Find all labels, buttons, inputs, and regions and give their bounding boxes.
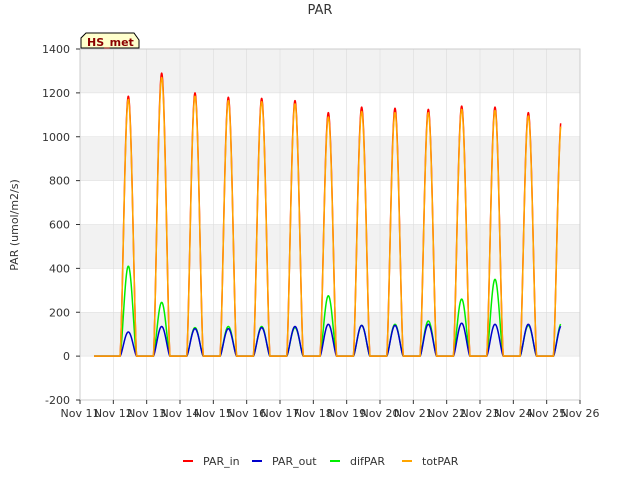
y-tick-label: 0 <box>63 350 70 363</box>
x-axis-ticks: Nov 11Nov 12Nov 13Nov 14Nov 15Nov 16Nov … <box>61 400 600 420</box>
plot-band <box>80 49 580 93</box>
legend-label: PAR_in <box>203 455 240 468</box>
y-tick-label: 200 <box>49 306 70 319</box>
y-axis-label: PAR (umol/m2/s) <box>8 179 21 271</box>
station-badge: HS_met <box>80 32 140 49</box>
y-tick-label: 600 <box>49 219 70 232</box>
plot-band <box>80 180 580 225</box>
x-tick-label: Nov 26 <box>561 407 600 420</box>
y-tick-label: 800 <box>49 175 70 188</box>
plot-band <box>80 224 580 269</box>
y-tick-label: 400 <box>49 262 70 275</box>
chart-title: PAR <box>308 3 333 18</box>
plot-band <box>80 356 580 400</box>
legend-label: difPAR <box>350 455 385 468</box>
y-tick-label: -200 <box>45 394 70 407</box>
y-tick-label: 1000 <box>42 131 70 144</box>
y-tick-label: 1400 <box>42 43 70 56</box>
y-axis-ticks: -200 0 200 400 600 800 1000 1200 1400 <box>42 43 80 407</box>
badge-label: HS_met <box>87 36 134 49</box>
legend: PAR_in PAR_out difPAR totPAR <box>183 455 459 468</box>
legend-label: PAR_out <box>272 455 317 468</box>
y-tick-label: 1200 <box>42 87 70 100</box>
par-chart: PAR -200 0 200 400 600 800 1000 1200 1400 Nov 11… <box>8 3 600 468</box>
legend-label: totPAR <box>422 455 459 468</box>
